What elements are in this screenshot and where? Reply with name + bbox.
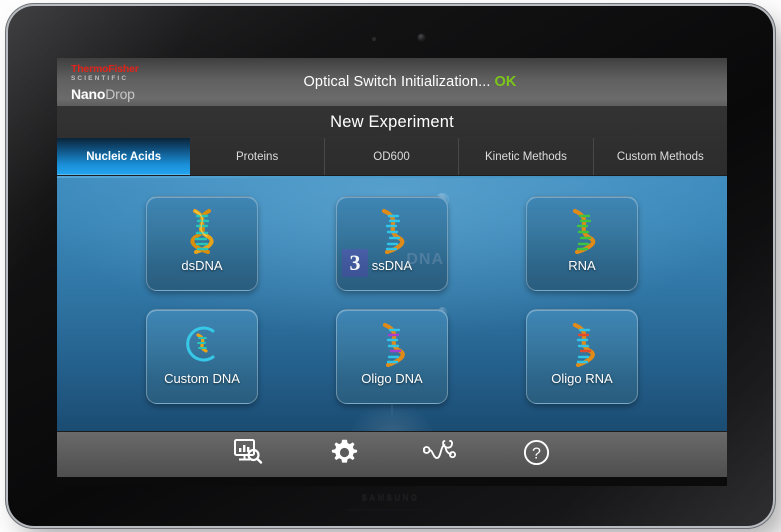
- proximity-sensor-icon: [372, 37, 376, 41]
- watermark-badge: 3: [342, 249, 368, 277]
- diagnostics-button[interactable]: [420, 438, 460, 472]
- oligo-dna-helix-icon: [369, 320, 415, 368]
- content-top-edge: [57, 176, 727, 178]
- tab-label: Proteins: [236, 150, 279, 163]
- title-and-tabs: New Experiment Nucleic Acids Proteins OD…: [57, 106, 727, 176]
- double-helix-gold-teal-icon: [179, 207, 225, 255]
- tablet-device: ThermoFisher SCIENTIFIC NanoDrop Optical…: [8, 6, 773, 526]
- tile-label: Oligo RNA: [551, 371, 613, 386]
- nanodrop-wordmark: NanoDrop: [71, 87, 183, 101]
- tab-proteins[interactable]: Proteins: [190, 138, 323, 175]
- help-button[interactable]: ?: [516, 438, 556, 472]
- method-tile-grid: dsDNA ssDNA 3 DNA RNA Custom DNA Oligo D…: [57, 196, 727, 404]
- scientific-wordmark: SCIENTIFIC: [71, 74, 129, 82]
- status-bar: ThermoFisher SCIENTIFIC NanoDrop Optical…: [57, 58, 727, 106]
- nanodrop-logo: ThermoFisher SCIENTIFIC NanoDrop: [71, 64, 183, 101]
- stethoscope-icon: [422, 439, 457, 470]
- tab-nucleic-acids[interactable]: Nucleic Acids: [57, 138, 191, 175]
- tab-kinetic-methods[interactable]: Kinetic Methods: [458, 138, 592, 175]
- tile-label: Oligo DNA: [361, 371, 423, 386]
- main-content: dsDNA ssDNA 3 DNA RNA Custom DNA Oligo D…: [57, 176, 727, 431]
- thermofisher-wordmark: ThermoFisher: [71, 63, 139, 75]
- tab-label: Kinetic Methods: [485, 150, 567, 163]
- settings-button[interactable]: [324, 438, 364, 472]
- bottom-toolbar: ?: [57, 431, 727, 477]
- nanodrop-prefix: Nano: [71, 86, 106, 102]
- oligo-rna-helix-icon: [559, 320, 605, 368]
- tile-rna[interactable]: RNA: [526, 196, 638, 291]
- gear-icon: [331, 439, 358, 471]
- status-badge: OK: [494, 74, 517, 90]
- single-helix-orange-green-icon: [559, 207, 605, 255]
- tile-ssdna[interactable]: ssDNA 3 DNA: [336, 196, 448, 291]
- tab-label: OD600: [373, 150, 410, 163]
- tab-bar: Nucleic Acids Proteins OD600 Kinetic Met…: [57, 138, 727, 176]
- screen-footer-bar: [57, 477, 727, 486]
- tablet-screen: ThermoFisher SCIENTIFIC NanoDrop Optical…: [57, 58, 727, 486]
- tab-label: Nucleic Acids: [86, 150, 162, 163]
- tab-od600[interactable]: OD600: [323, 138, 458, 175]
- tile-label: dsDNA: [181, 258, 223, 273]
- custom-dna-circle-helix-icon: [179, 320, 225, 368]
- tile-oligo-rna[interactable]: Oligo RNA: [526, 309, 638, 404]
- tile-dsdna[interactable]: dsDNA: [146, 196, 258, 291]
- status-message-text: Optical Switch Initialization...: [303, 74, 491, 90]
- nanodrop-suffix: Drop: [105, 86, 135, 102]
- tab-label: Custom Methods: [616, 150, 704, 163]
- tab-custom-methods[interactable]: Custom Methods: [592, 138, 727, 175]
- data-review-button[interactable]: [228, 438, 268, 472]
- tile-label: ssDNA: [371, 258, 413, 273]
- page-title: New Experiment: [330, 113, 454, 131]
- tile-label: Custom DNA: [164, 371, 240, 386]
- camera-lens-icon: [418, 34, 425, 41]
- data-review-monitor-search-icon: [233, 438, 263, 471]
- device-brand-wordmark: SAMSUNG: [361, 493, 420, 502]
- tile-custom-dna[interactable]: Custom DNA: [146, 309, 258, 404]
- svg-text:?: ?: [532, 445, 541, 462]
- home-indicator: [345, 509, 436, 511]
- tile-oligo-dna[interactable]: Oligo DNA: [336, 309, 448, 404]
- single-helix-orange-teal-icon: [369, 207, 415, 255]
- tile-label: RNA: [568, 258, 596, 273]
- question-mark-circle-icon: ?: [523, 439, 550, 471]
